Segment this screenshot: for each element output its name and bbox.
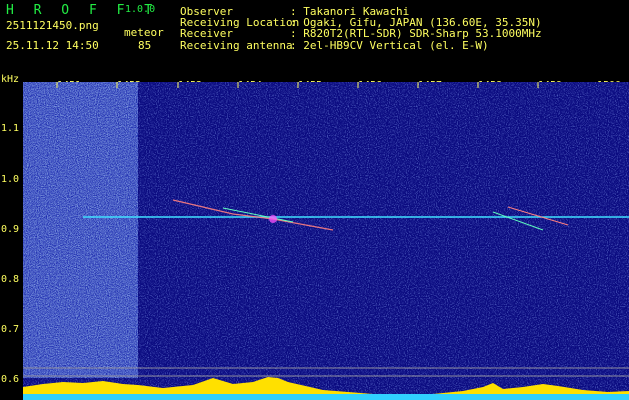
y-axis-unit: kHz bbox=[1, 74, 20, 85]
y-tick-label: 0.7 bbox=[1, 324, 20, 335]
y-tick-label: 0.9 bbox=[1, 224, 20, 235]
file-name: 2511121450.png bbox=[6, 19, 99, 32]
detection-label: meteor bbox=[124, 26, 164, 39]
y-tick-label: 1.0 bbox=[1, 174, 20, 185]
y-tick-label: 0.6 bbox=[1, 374, 20, 385]
app-version: 1.0.0 bbox=[125, 4, 156, 15]
antenna-value: : 2el-HB9CV Vertical (el. E-W) bbox=[290, 39, 489, 52]
spectrogram bbox=[23, 82, 629, 400]
file-datetime: 25.11.12 14:50 bbox=[6, 39, 99, 52]
y-tick-label: 0.8 bbox=[1, 274, 20, 285]
floor-profile bbox=[23, 394, 629, 400]
meteor-head bbox=[269, 215, 277, 223]
bright-noise-texture bbox=[23, 82, 138, 378]
antenna-key: Receiving antenna bbox=[180, 39, 293, 52]
y-tick-label: 1.1 bbox=[1, 123, 20, 134]
detection-count: 85 bbox=[138, 39, 152, 52]
